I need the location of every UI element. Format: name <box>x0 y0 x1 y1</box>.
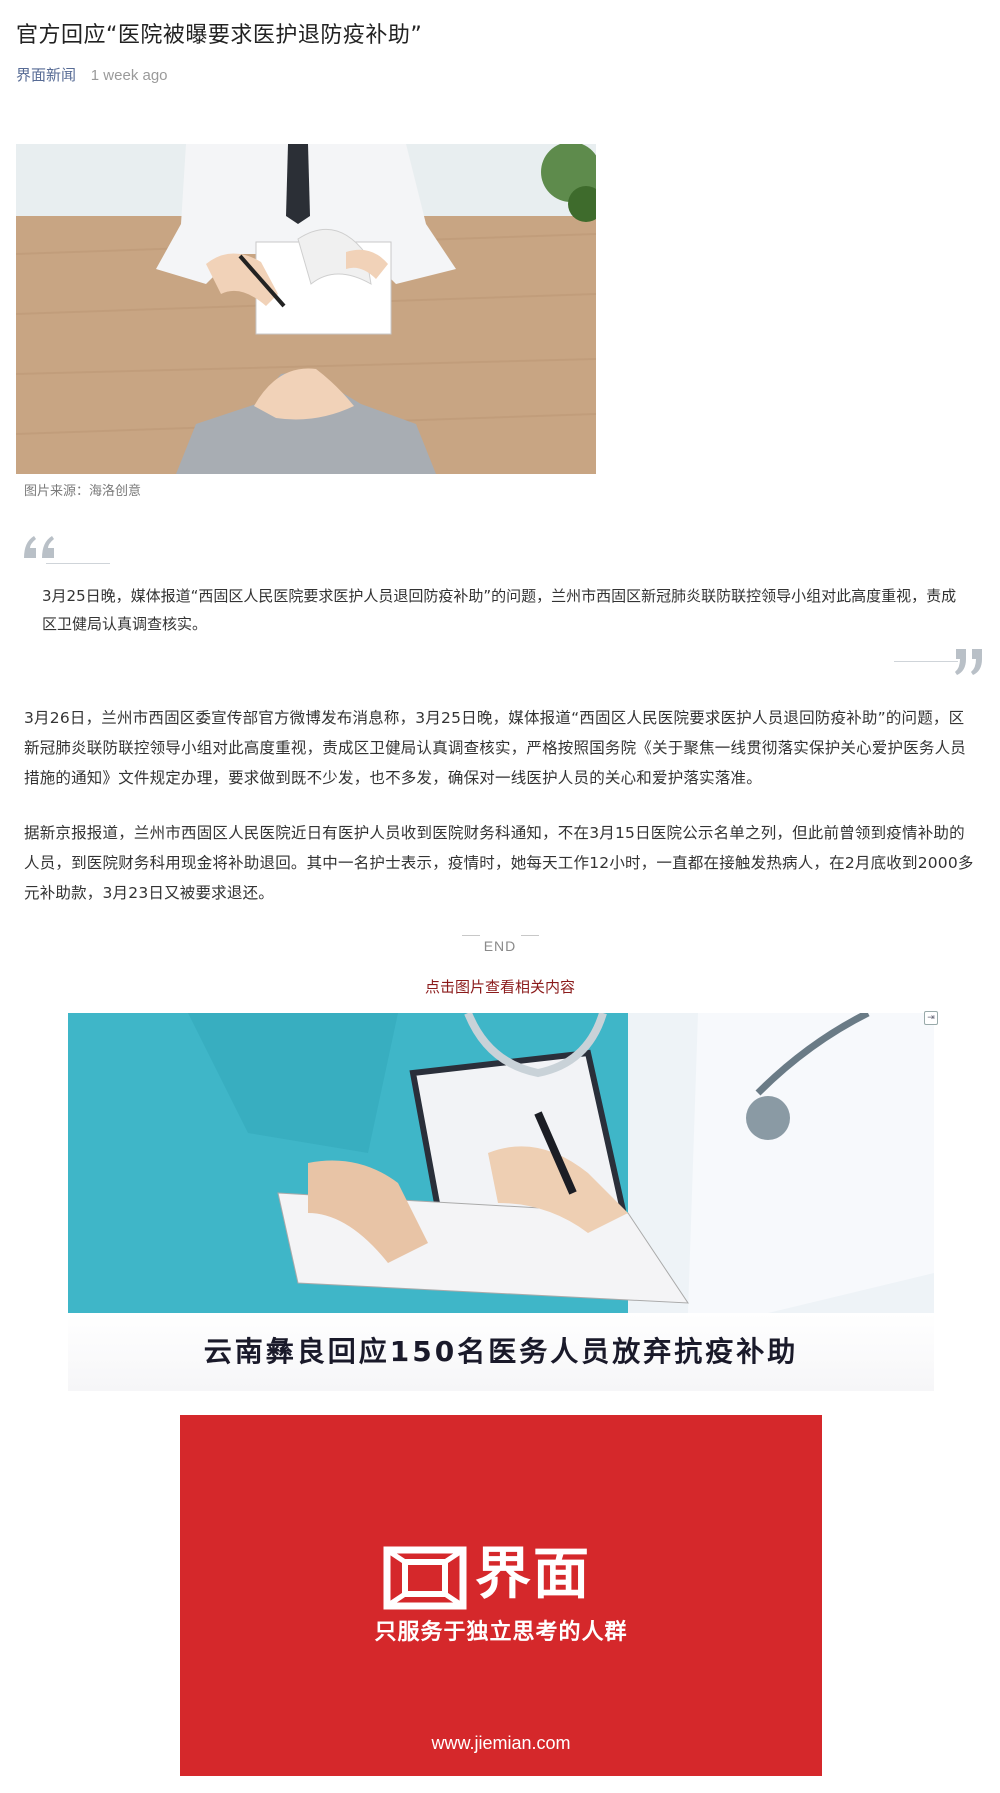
end-divider-right <box>521 935 539 936</box>
article-title: 官方回应“医院被曝要求医护退防疫补助” <box>16 23 423 48</box>
related-article-headline[interactable]: 云南彝良回应150名医务人员放弃抗疫补助 <box>68 1313 934 1391</box>
quote-divider-bottom <box>894 661 958 662</box>
quote-divider-top <box>46 563 110 564</box>
hero-image <box>16 144 596 474</box>
brand-name: 界面 <box>475 1542 591 1607</box>
ad-badge-icon[interactable]: ⇥ <box>924 1011 938 1025</box>
related-article-image[interactable] <box>68 1013 934 1313</box>
end-divider-left <box>462 935 480 936</box>
brand-url[interactable]: www.jiemian.com <box>180 1731 822 1755</box>
article-paragraph: 据新京报报道，兰州市西固区人民医院近日有医护人员收到医院财务科通知，不在3月15… <box>24 824 974 902</box>
brand-banner[interactable]: 界面 只服务于独立思考的人群 www.jiemian.com <box>180 1415 822 1776</box>
brand-slogan: 只服务于独立思考的人群 <box>374 1620 628 1645</box>
article-time: 1 week ago <box>90 67 168 84</box>
end-label: END <box>483 938 517 954</box>
related-content-link[interactable]: 点击图片查看相关内容 <box>0 976 1000 998</box>
article-paragraph: 3月26日，兰州市西固区委宣传部官方微博发布消息称，3月25日晚，媒体报道“西固… <box>24 709 967 787</box>
quote-close-icon <box>952 643 988 679</box>
jiemian-logo-icon <box>383 1546 467 1610</box>
hero-image-caption: 图片来源：海洛创意 <box>24 484 142 499</box>
quote-open-icon <box>20 528 60 568</box>
end-marker: END <box>0 933 1000 961</box>
quote-text: 3月25日晚，媒体报道“西固区人民医院要求医护人员退回防疫补助”的问题，兰州市西… <box>42 587 957 633</box>
article-meta: 界面新闻 1 week ago <box>16 64 168 87</box>
article-source-link[interactable]: 界面新闻 <box>16 66 76 84</box>
